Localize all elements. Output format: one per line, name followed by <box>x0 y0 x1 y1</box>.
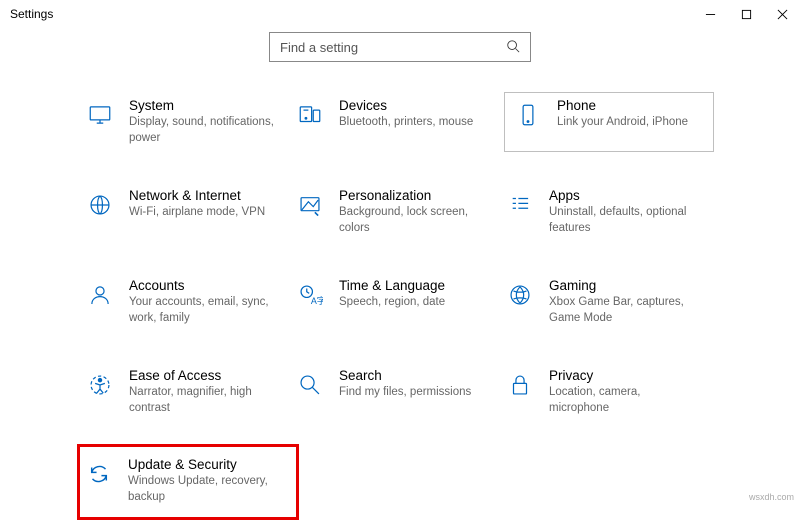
paint-icon <box>295 190 325 220</box>
tile-personalization[interactable]: Personalization Background, lock screen,… <box>295 182 505 242</box>
tile-accounts[interactable]: Accounts Your accounts, email, sync, wor… <box>85 272 295 332</box>
phone-icon <box>513 100 543 130</box>
gaming-icon <box>505 280 535 310</box>
tile-title: Phone <box>557 98 698 113</box>
tile-search[interactable]: Search Find my files, permissions <box>295 362 505 422</box>
search-icon <box>506 39 520 56</box>
tile-title: Devices <box>339 98 489 113</box>
tile-desc: Speech, region, date <box>339 295 489 311</box>
tile-privacy[interactable]: Privacy Location, camera, microphone <box>505 362 715 422</box>
update-icon <box>84 459 114 489</box>
watermark: wsxdh.com <box>749 492 794 502</box>
window-title: Settings <box>10 7 53 21</box>
tile-title: System <box>129 98 279 113</box>
tile-phone[interactable]: Phone Link your Android, iPhone <box>504 92 714 152</box>
lock-icon <box>505 370 535 400</box>
tile-update-security[interactable]: Update & Security Windows Update, recove… <box>77 444 299 520</box>
tile-network[interactable]: Network & Internet Wi-Fi, airplane mode,… <box>85 182 295 242</box>
tile-ease-of-access[interactable]: Ease of Access Narrator, magnifier, high… <box>85 362 295 422</box>
tile-title: Accounts <box>129 278 279 293</box>
tile-desc: Find my files, permissions <box>339 385 489 401</box>
window-controls <box>692 0 800 28</box>
maximize-button[interactable] <box>728 0 764 28</box>
tile-devices[interactable]: Devices Bluetooth, printers, mouse <box>295 92 505 152</box>
tile-title: Update & Security <box>128 457 280 472</box>
time-language-icon: A字 <box>295 280 325 310</box>
minimize-button[interactable] <box>692 0 728 28</box>
tile-title: Time & Language <box>339 278 489 293</box>
tile-title: Personalization <box>339 188 489 203</box>
settings-grid: System Display, sound, notifications, po… <box>0 92 800 512</box>
titlebar: Settings <box>0 0 800 28</box>
search-input[interactable]: Find a setting <box>269 32 531 62</box>
tile-title: Search <box>339 368 489 383</box>
tile-desc: Link your Android, iPhone <box>557 115 698 131</box>
close-button[interactable] <box>764 0 800 28</box>
display-icon <box>85 100 115 130</box>
tile-desc: Location, camera, microphone <box>549 385 699 416</box>
search-cat-icon <box>295 370 325 400</box>
tile-title: Privacy <box>549 368 699 383</box>
search-wrap: Find a setting <box>0 32 800 62</box>
apps-icon <box>505 190 535 220</box>
tile-desc: Bluetooth, printers, mouse <box>339 115 489 131</box>
svg-text:A字: A字 <box>311 295 323 306</box>
tile-apps[interactable]: Apps Uninstall, defaults, optional featu… <box>505 182 715 242</box>
ease-icon <box>85 370 115 400</box>
tile-system[interactable]: System Display, sound, notifications, po… <box>85 92 295 152</box>
tile-title: Gaming <box>549 278 699 293</box>
tile-time-language[interactable]: A字 Time & Language Speech, region, date <box>295 272 505 332</box>
tile-desc: Xbox Game Bar, captures, Game Mode <box>549 295 699 326</box>
tile-desc: Windows Update, recovery, backup <box>128 474 280 505</box>
tile-title: Apps <box>549 188 699 203</box>
tile-desc: Uninstall, defaults, optional features <box>549 205 699 236</box>
devices-icon <box>295 100 325 130</box>
tile-desc: Background, lock screen, colors <box>339 205 489 236</box>
tile-desc: Your accounts, email, sync, work, family <box>129 295 279 326</box>
tile-title: Network & Internet <box>129 188 279 203</box>
person-icon <box>85 280 115 310</box>
globe-icon <box>85 190 115 220</box>
tile-desc: Narrator, magnifier, high contrast <box>129 385 279 416</box>
search-placeholder: Find a setting <box>280 40 506 55</box>
tile-title: Ease of Access <box>129 368 279 383</box>
tile-desc: Wi-Fi, airplane mode, VPN <box>129 205 279 221</box>
tile-desc: Display, sound, notifications, power <box>129 115 279 146</box>
tile-gaming[interactable]: Gaming Xbox Game Bar, captures, Game Mod… <box>505 272 715 332</box>
